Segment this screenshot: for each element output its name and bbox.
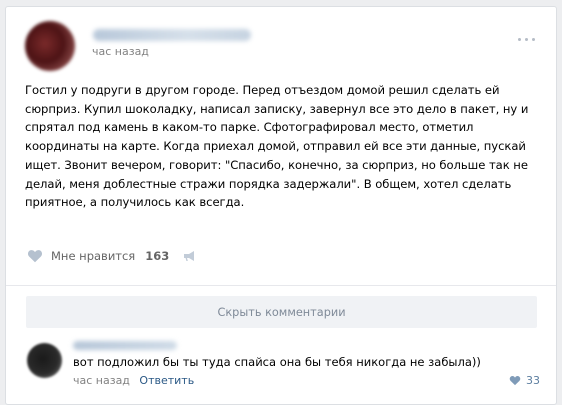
reply-link[interactable]: Ответить [139, 374, 194, 387]
share-icon[interactable] [183, 250, 197, 262]
author-name-redacted[interactable] [93, 29, 251, 41]
author-avatar[interactable] [25, 21, 75, 71]
comment-heart-icon [509, 376, 521, 386]
post-card: час назад Гостил у подруги в другом горо… [5, 6, 557, 405]
commenter-name-redacted[interactable] [73, 341, 177, 350]
like-count[interactable]: 163 [145, 249, 169, 263]
comment-time[interactable]: час назад [73, 374, 130, 387]
like-row: Мне нравится 163 [27, 248, 197, 264]
comment-like-count: 33 [526, 374, 540, 387]
like-label[interactable]: Мне нравится [51, 249, 135, 263]
post-time[interactable]: час назад [92, 45, 149, 58]
more-icon[interactable] [518, 36, 538, 42]
commenter-avatar[interactable] [27, 343, 62, 378]
hide-comments-button[interactable]: Скрыть комментарии [26, 296, 537, 328]
post-text: Гостил у подруги в другом городе. Перед … [25, 83, 529, 210]
divider [6, 285, 556, 286]
comment-text: вот подложил бы ты туда спайса она бы те… [73, 355, 481, 369]
heart-icon[interactable] [27, 249, 43, 263]
comment-meta: час назад Ответить [73, 374, 194, 387]
comment-like-button[interactable]: 33 [509, 374, 540, 387]
